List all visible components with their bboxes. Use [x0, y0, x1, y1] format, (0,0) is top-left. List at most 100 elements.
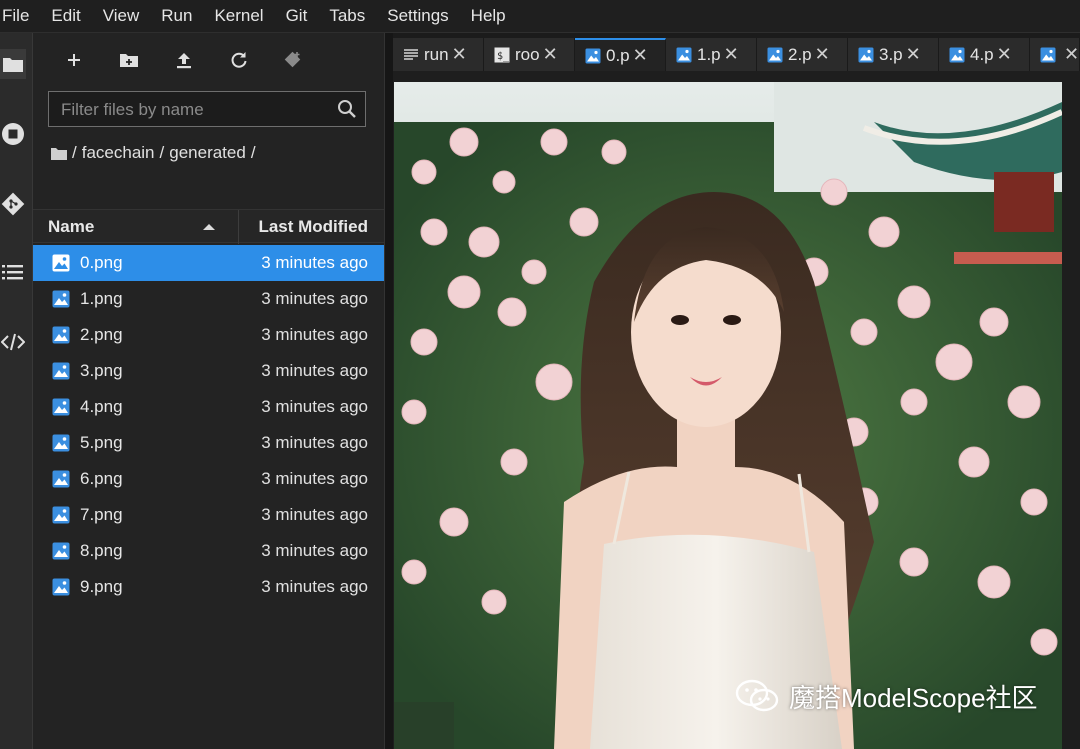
- file-modified: 3 minutes ago: [261, 541, 368, 560]
- image-icon: [52, 290, 70, 308]
- tab-icon: [676, 47, 692, 63]
- close-icon[interactable]: ✕: [452, 44, 467, 65]
- watermark: 魔搭ModelScope社区: [735, 676, 1038, 716]
- portrait-image: [394, 82, 1062, 749]
- git-icon: [1, 192, 25, 216]
- git-clone-icon: [284, 51, 301, 68]
- image-icon: [52, 542, 70, 560]
- menu-settings[interactable]: Settings: [387, 6, 448, 26]
- tab-icon: [1040, 47, 1056, 63]
- breadcrumb-separator: /: [250, 143, 256, 162]
- extensions-tab[interactable]: [0, 327, 26, 357]
- menu-kernel[interactable]: Kernel: [214, 6, 263, 26]
- tab-4p[interactable]: 4.p ✕: [939, 38, 1030, 71]
- git-tab[interactable]: [0, 189, 26, 219]
- new-folder-button[interactable]: [116, 47, 142, 73]
- wechat-icon: [735, 679, 779, 712]
- list-icon: [2, 265, 23, 280]
- file-row[interactable]: 6.png 3 minutes ago: [33, 461, 384, 497]
- column-divider[interactable]: [238, 210, 239, 244]
- close-icon[interactable]: ✕: [906, 44, 921, 65]
- file-browser: / facechain / generated / Name Last Modi…: [33, 33, 384, 749]
- file-row[interactable]: 2.png 3 minutes ago: [33, 317, 384, 353]
- tab-0p[interactable]: 0.p ✕: [575, 38, 666, 71]
- file-modified: 3 minutes ago: [261, 469, 368, 488]
- file-row[interactable]: 3.png 3 minutes ago: [33, 353, 384, 389]
- file-row[interactable]: 0.png 3 minutes ago: [33, 245, 384, 281]
- activity-bar: [0, 33, 33, 749]
- tab-3p[interactable]: 3.p ✕: [848, 38, 939, 71]
- menu-git[interactable]: Git: [286, 6, 308, 26]
- breadcrumb-separator: /: [72, 143, 77, 162]
- new-launcher-button[interactable]: [61, 47, 87, 73]
- image-icon: [585, 48, 601, 63]
- folder-icon[interactable]: [51, 147, 67, 160]
- menu-help[interactable]: Help: [471, 6, 506, 26]
- tab-roo[interactable]: $_ roo ✕: [484, 38, 575, 71]
- stop-circle-icon: [2, 123, 24, 145]
- tab-label: 0.p: [606, 45, 630, 65]
- breadcrumb-separator: /: [159, 143, 165, 162]
- menu-tabs[interactable]: Tabs: [329, 6, 365, 26]
- file-modified: 3 minutes ago: [261, 577, 368, 596]
- close-icon[interactable]: ✕: [633, 45, 648, 66]
- file-list: 0.png 3 minutes ago 1.png 3 minutes ago 2.pn…: [33, 245, 384, 605]
- file-name: 3.png: [80, 361, 123, 380]
- tab-label: run: [424, 44, 449, 64]
- close-icon[interactable]: ✕: [1064, 44, 1079, 65]
- refresh-button[interactable]: [226, 47, 252, 73]
- file-row[interactable]: 8.png 3 minutes ago: [33, 533, 384, 569]
- tab-2p[interactable]: 2.p ✕: [757, 38, 848, 71]
- git-clone-button[interactable]: [280, 47, 306, 73]
- image-viewer: 魔搭ModelScope社区: [393, 71, 1080, 749]
- file-name: 1.png: [80, 289, 123, 308]
- close-icon[interactable]: ✕: [543, 44, 558, 65]
- code-icon: [1, 333, 25, 351]
- image-icon: [858, 47, 874, 62]
- tab-5[interactable]: 5.✕: [1030, 38, 1080, 71]
- new-folder-icon: [120, 54, 138, 67]
- close-icon[interactable]: ✕: [815, 44, 830, 65]
- close-icon[interactable]: ✕: [724, 44, 739, 65]
- file-modified: 3 minutes ago: [261, 505, 368, 524]
- file-name: 8.png: [80, 541, 123, 560]
- breadcrumb-generated[interactable]: generated: [169, 143, 246, 163]
- filter-input[interactable]: [49, 92, 343, 128]
- file-row[interactable]: 4.png 3 minutes ago: [33, 389, 384, 425]
- file-name: 5.png: [80, 433, 123, 452]
- upload-button[interactable]: [171, 47, 197, 73]
- image-icon: [52, 326, 70, 344]
- close-icon[interactable]: ✕: [997, 44, 1012, 65]
- file-row[interactable]: 9.png 3 minutes ago: [33, 569, 384, 605]
- tab-1p[interactable]: 1.p ✕: [666, 38, 757, 71]
- file-row[interactable]: 1.png 3 minutes ago: [33, 281, 384, 317]
- breadcrumb-facechain[interactable]: facechain: [82, 143, 155, 163]
- file-browser-tab[interactable]: [0, 49, 26, 79]
- file-modified: 3 minutes ago: [261, 289, 368, 308]
- menu-edit[interactable]: Edit: [51, 6, 80, 26]
- file-name: 6.png: [80, 469, 123, 488]
- tab-run[interactable]: run ✕: [393, 38, 484, 71]
- column-name-header[interactable]: Name: [48, 210, 94, 244]
- panel-splitter[interactable]: [384, 33, 393, 749]
- image-icon: [949, 47, 965, 62]
- tab-label: 4.p: [970, 44, 994, 64]
- menu-run[interactable]: Run: [161, 6, 192, 26]
- running-sessions-tab[interactable]: [0, 119, 26, 149]
- column-modified-header[interactable]: Last Modified: [258, 210, 368, 244]
- file-row[interactable]: 7.png 3 minutes ago: [33, 497, 384, 533]
- tab-icon: [949, 47, 965, 63]
- table-of-contents-tab[interactable]: [0, 257, 26, 287]
- file-name: 7.png: [80, 505, 123, 524]
- document-tab-bar: run✕$_roo✕0.p✕1.p✕2.p✕3.p✕4.p✕5.✕: [393, 38, 1080, 71]
- file-modified: 3 minutes ago: [261, 253, 368, 272]
- tab-label: 3.p: [879, 44, 903, 64]
- plus-icon: [68, 54, 80, 66]
- file-row[interactable]: 5.png 3 minutes ago: [33, 425, 384, 461]
- file-name: 4.png: [80, 397, 123, 416]
- image-icon: [52, 362, 70, 380]
- file-name: 9.png: [80, 577, 123, 596]
- menu-view[interactable]: View: [103, 6, 140, 26]
- menu-file[interactable]: File: [2, 6, 29, 26]
- watermark-text: 魔搭ModelScope社区: [789, 682, 1038, 713]
